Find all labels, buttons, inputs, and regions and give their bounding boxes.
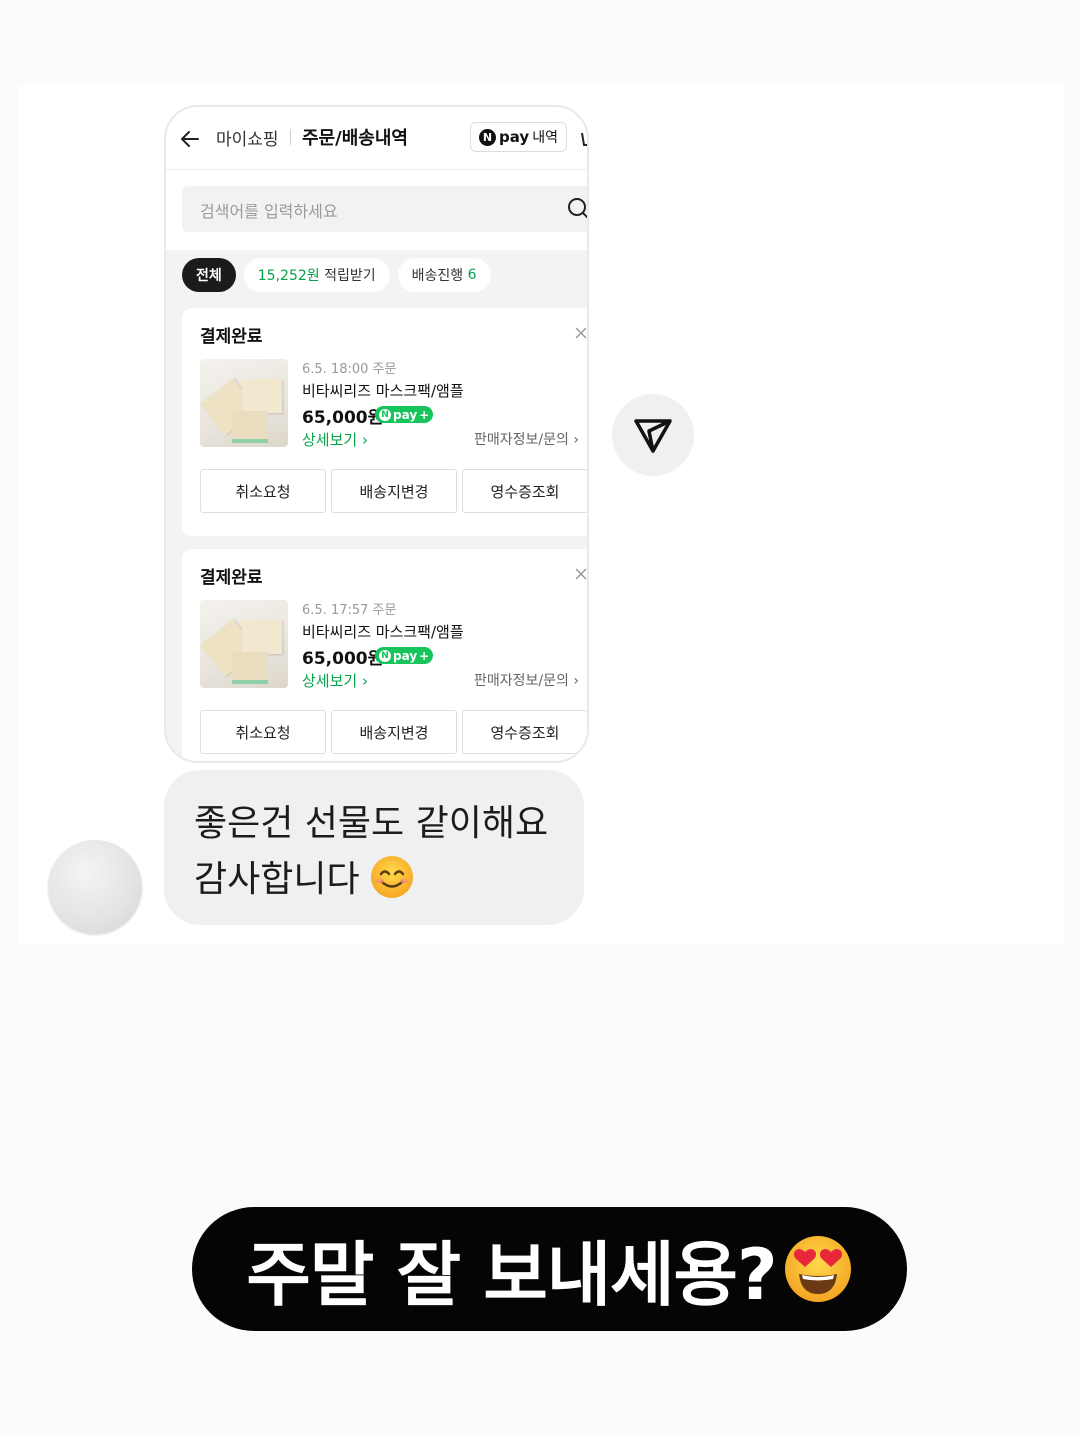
order-page-body: 검색어를 입력하세요 전체 15,252원 적립받기 배송진행 6 결제완료 6…: [166, 170, 589, 761]
npay-logo-icon: N: [479, 128, 496, 146]
search-placeholder: 검색어를 입력하세요: [200, 202, 338, 221]
order-card: 결제완료 6.5. 17:57 주문 비타씨리즈 마스크팩/앰플 65,000원…: [182, 549, 588, 761]
page-title: 주문/배송내역: [302, 128, 408, 149]
order-actions: 취소요청 배송지변경 영수증조회: [200, 469, 587, 513]
search-strip: 검색어를 입력하세요: [166, 170, 589, 250]
message-line-2: 감사합니다: [194, 850, 414, 903]
order-actions: 취소요청 배송지변경 영수증조회: [200, 710, 587, 754]
smiling-face-icon: [370, 856, 413, 898]
message-bubble[interactable]: 좋은건 선물도 같이해요 감사합니다: [164, 770, 584, 925]
chip-shipping-count: 6: [467, 267, 477, 283]
npay-history-button[interactable]: N pay 내역: [470, 122, 567, 152]
detail-link-label: 상세보기: [302, 431, 358, 449]
npay-plus-badge: Npay +: [375, 406, 434, 423]
seller-info-link[interactable]: 판매자정보/문의 ›: [474, 670, 579, 690]
product-price: 65,000원: [302, 408, 384, 428]
chip-points[interactable]: 15,252원 적립받기: [243, 258, 390, 292]
npay-badge-label: pay: [393, 648, 418, 663]
breadcrumb-divider: [290, 129, 291, 145]
share-button[interactable]: [612, 394, 694, 476]
order-date: 6.5. 17:57 주문: [302, 603, 397, 618]
detail-link-label: 상세보기: [302, 672, 358, 690]
product-thumbnail[interactable]: [200, 600, 288, 688]
npay-badge-icon: N: [379, 408, 391, 421]
message-line-1: 좋은건 선물도 같이해요: [194, 803, 549, 844]
npay-word: pay: [499, 128, 530, 146]
order-status: 결제완료: [200, 568, 263, 588]
product-name[interactable]: 비타씨리즈 마스크팩/앰플: [302, 621, 464, 642]
close-icon[interactable]: [574, 326, 588, 340]
order-date: 6.5. 18:00 주문: [302, 362, 397, 377]
npay-plus-badge: Npay +: [375, 647, 434, 664]
order-page-header: 마이쇼핑 주문/배송내역 N pay 내역: [166, 107, 589, 170]
order-status: 결제완료: [200, 327, 263, 347]
cart-icon[interactable]: [580, 129, 589, 149]
chip-all[interactable]: 전체: [182, 258, 236, 292]
cancel-request-button[interactable]: 취소요청: [200, 469, 326, 513]
npay-suffix: 내역: [532, 130, 558, 146]
caption-sticker: 주말 잘 보내세용?: [192, 1207, 907, 1331]
product-thumbnail[interactable]: [200, 359, 288, 447]
receipt-button[interactable]: 영수증조회: [462, 710, 587, 754]
npay-badge-label: pay: [393, 407, 418, 422]
filter-chips: 전체 15,252원 적립받기 배송진행 6: [182, 258, 491, 292]
change-address-button[interactable]: 배송지변경: [331, 710, 457, 754]
npay-badge-icon: N: [379, 649, 391, 662]
chip-points-amount: 15,252원: [257, 268, 320, 284]
detail-link[interactable]: 상세보기 ›: [302, 670, 368, 691]
order-card: 결제완료 6.5. 18:00 주문 비타씨리즈 마스크팩/앰플 65,000원…: [182, 308, 588, 536]
product-name[interactable]: 비타씨리즈 마스크팩/앰플: [302, 380, 464, 401]
paper-plane-icon: [634, 419, 672, 453]
receipt-button[interactable]: 영수증조회: [462, 469, 587, 513]
close-icon[interactable]: [574, 567, 588, 581]
caption-text: 주말 잘 보내세용?: [246, 1233, 777, 1316]
breadcrumb-my-shopping[interactable]: 마이쇼핑: [216, 125, 279, 150]
message-line-2-text: 감사합니다: [194, 859, 360, 900]
seller-info-label: 판매자정보/문의: [474, 673, 569, 689]
back-arrow-icon[interactable]: [178, 127, 202, 151]
chip-shipping-label: 배송진행: [411, 268, 464, 284]
search-input[interactable]: 검색어를 입력하세요: [182, 186, 589, 232]
seller-info-label: 판매자정보/문의: [474, 432, 569, 448]
detail-link[interactable]: 상세보기 ›: [302, 429, 368, 450]
cancel-request-button[interactable]: 취소요청: [200, 710, 326, 754]
heart-eyes-icon: [784, 1236, 851, 1302]
avatar[interactable]: [48, 840, 142, 934]
product-price: 65,000원: [302, 649, 384, 669]
shared-screenshot[interactable]: 마이쇼핑 주문/배송내역 N pay 내역 검색어를 입력하세요 전체 15,2…: [164, 105, 589, 763]
chip-shipping[interactable]: 배송진행 6: [397, 258, 491, 292]
seller-info-link[interactable]: 판매자정보/문의 ›: [474, 429, 579, 449]
search-icon[interactable]: [566, 196, 589, 222]
chip-all-label: 전체: [196, 268, 222, 284]
change-address-button[interactable]: 배송지변경: [331, 469, 457, 513]
chip-points-label: 적립받기: [324, 268, 376, 284]
